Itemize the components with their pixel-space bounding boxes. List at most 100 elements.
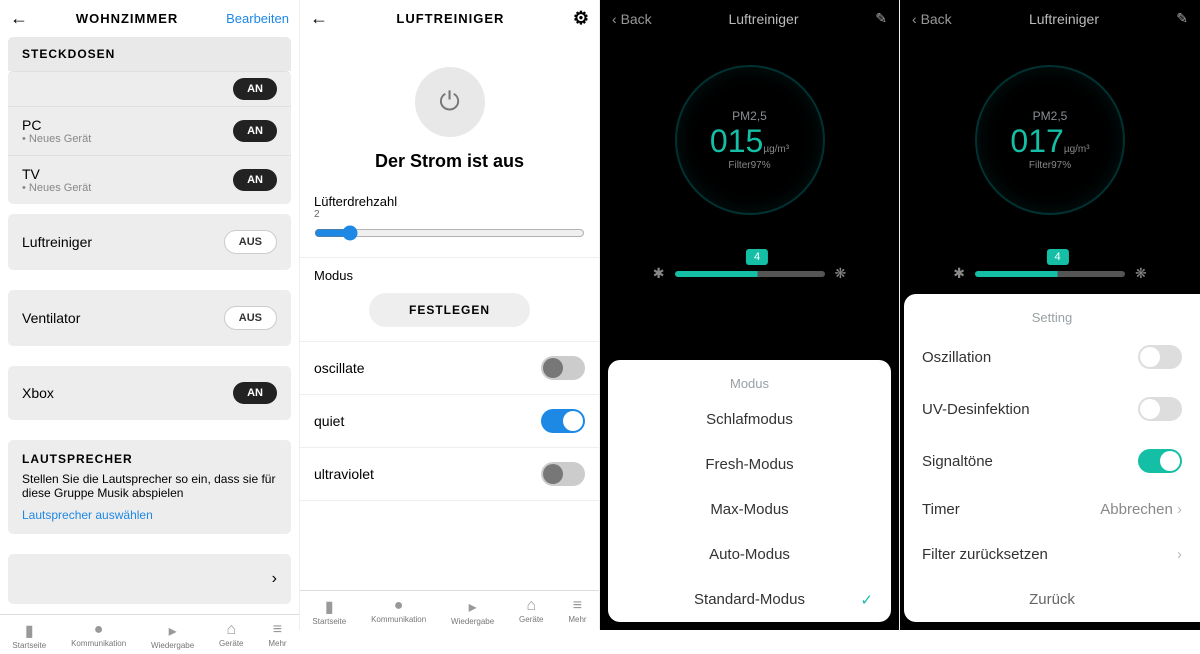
device-name-pc: PC xyxy=(22,117,91,133)
chevron-right-icon: › xyxy=(1177,501,1182,518)
filter-reset-row[interactable]: Filter zurücksetzen› xyxy=(904,532,1200,577)
device-name-tv: TV xyxy=(22,166,91,182)
native-app-panel-b: ‹ Back Luftreiniger ✎ PM2,5 017µg/m³ Fil… xyxy=(900,0,1200,630)
tab-more[interactable]: ≡Mehr xyxy=(268,621,286,650)
osc-switch[interactable] xyxy=(1138,345,1182,369)
pm-label: PM2,5 xyxy=(732,109,767,123)
filter-text: Filter97% xyxy=(728,160,770,171)
fan-speed-slider[interactable] xyxy=(314,224,585,242)
chat-icon: ● xyxy=(71,621,126,639)
tab-play[interactable]: ▸Wiedergabe xyxy=(151,621,194,650)
fan-speed-value: 2 xyxy=(314,209,585,220)
devices-icon: ⌂ xyxy=(219,621,243,639)
device-title: LUFTREINIGER xyxy=(328,11,573,26)
pm-value: 015 xyxy=(710,123,763,159)
fan-level-badge: 4 xyxy=(1046,249,1068,265)
pm-value: 017 xyxy=(1010,123,1063,159)
uv-switch[interactable] xyxy=(1138,397,1182,421)
chevron-right-icon[interactable]: › xyxy=(272,570,277,588)
fan-slider-row: ✱ 4 ❋ xyxy=(600,265,899,282)
timer-row[interactable]: TimerAbbrechen › xyxy=(904,487,1200,532)
mode-sheet: Modus Schlafmodus Fresh-Modus Max-Modus … xyxy=(608,360,891,622)
app-title: Luftreiniger xyxy=(1029,11,1099,27)
more-icon: ≡ xyxy=(568,597,586,615)
pm-gauge: PM2,5 015µg/m³ Filter97% xyxy=(675,65,825,215)
speaker-select-link[interactable]: Lautsprecher auswählen xyxy=(22,508,277,522)
mode-option[interactable]: Max-Modus xyxy=(608,487,891,532)
sheet-back-button[interactable]: Zurück xyxy=(904,577,1200,622)
uv-label: UV-Desinfektion xyxy=(922,401,1030,418)
fan-slider-row: ✱ 4 ❋ xyxy=(900,265,1200,282)
beep-switch[interactable] xyxy=(1138,449,1182,473)
mode-option[interactable]: Auto-Modus xyxy=(608,532,891,577)
tab-comm[interactable]: ●Kommunikation xyxy=(71,621,126,650)
back-icon[interactable]: ← xyxy=(10,8,28,29)
edit-icon[interactable]: ✎ xyxy=(875,10,887,27)
speaker-card: LAUTSPRECHER Stellen Sie die Lautspreche… xyxy=(8,440,291,534)
mode-option[interactable]: Fresh-Modus xyxy=(608,442,891,487)
gear-icon[interactable]: ⚙ xyxy=(573,8,589,29)
luft-toggle[interactable]: AUS xyxy=(224,230,277,254)
mode-set-button[interactable]: FESTLEGEN xyxy=(369,293,530,327)
fan-slider[interactable]: 4 xyxy=(975,271,1125,277)
sheet-title: Modus xyxy=(608,370,891,397)
sockets-heading: STECKDOSEN xyxy=(8,37,291,71)
tab-bar: ▮Startseite ●Kommunikation ▸Wiedergabe ⌂… xyxy=(300,590,599,630)
vent-toggle[interactable]: AUS xyxy=(224,306,277,330)
back-button[interactable]: ‹ Back xyxy=(912,11,952,27)
pm-gauge: PM2,5 017µg/m³ Filter97% xyxy=(975,65,1125,215)
fan-slider[interactable]: 4 xyxy=(675,271,825,277)
device-name-vent: Ventilator xyxy=(22,310,80,326)
back-icon[interactable]: ← xyxy=(310,8,328,29)
chevron-right-icon: › xyxy=(1177,546,1182,563)
fan-low-icon: ✱ xyxy=(953,265,965,282)
room-panel: ← WOHNZIMMER Bearbeiten STECKDOSEN AN PC… xyxy=(0,0,300,630)
device-detail-panel: ← LUFTREINIGER ⚙ ⏻ Der Strom ist aus Lüf… xyxy=(300,0,600,630)
mode-option[interactable]: Schlafmodus xyxy=(608,397,891,442)
home-icon: ▮ xyxy=(312,597,346,617)
uv-toggle[interactable] xyxy=(541,462,585,486)
tab-devices[interactable]: ⌂Geräte xyxy=(519,597,543,626)
native-app-panel-a: ‹ Back Luftreiniger ✎ PM2,5 015µg/m³ Fil… xyxy=(600,0,900,630)
xbox-toggle[interactable]: AN xyxy=(233,382,277,404)
quiet-label: quiet xyxy=(314,413,344,429)
fan-high-icon: ❋ xyxy=(835,265,847,282)
edit-icon[interactable]: ✎ xyxy=(1176,10,1188,27)
fan-high-icon: ❋ xyxy=(1135,265,1147,282)
tab-devices[interactable]: ⌂Geräte xyxy=(219,621,243,650)
app-title: Luftreiniger xyxy=(728,11,798,27)
power-button[interactable]: ⏻ xyxy=(415,67,485,137)
room-title: WOHNZIMMER xyxy=(28,11,226,26)
quiet-toggle[interactable] xyxy=(541,409,585,433)
play-icon: ▸ xyxy=(451,597,494,617)
fan-level-badge: 4 xyxy=(746,249,768,265)
settings-sheet: Setting Oszillation UV-Desinfektion Sign… xyxy=(904,294,1200,622)
tab-play[interactable]: ▸Wiedergabe xyxy=(451,597,494,626)
device-name-xbox: Xbox xyxy=(22,385,54,401)
tab-more[interactable]: ≡Mehr xyxy=(568,597,586,626)
pm-label: PM2,5 xyxy=(1033,109,1068,123)
chat-icon: ● xyxy=(371,597,426,615)
play-icon: ▸ xyxy=(151,621,194,641)
socket-state-pill[interactable]: AN xyxy=(233,78,277,100)
devices-icon: ⌂ xyxy=(519,597,543,615)
uv-label: ultraviolet xyxy=(314,466,374,482)
tab-comm[interactable]: ●Kommunikation xyxy=(371,597,426,626)
device-name-luft: Luftreiniger xyxy=(22,234,92,250)
back-button[interactable]: ‹ Back xyxy=(612,11,652,27)
home-icon: ▮ xyxy=(12,621,46,641)
new-device-badge: • Neues Gerät xyxy=(22,182,91,194)
mode-option-selected[interactable]: Standard-Modus✓ xyxy=(608,577,891,622)
tab-home[interactable]: ▮Startseite xyxy=(312,597,346,626)
beep-label: Signaltöne xyxy=(922,453,993,470)
new-device-badge: • Neues Gerät xyxy=(22,133,91,145)
oscillate-toggle[interactable] xyxy=(541,356,585,380)
speaker-text: Stellen Sie die Lautsprecher so ein, das… xyxy=(22,472,277,500)
pc-toggle[interactable]: AN xyxy=(233,120,277,142)
tv-toggle[interactable]: AN xyxy=(233,169,277,191)
sheet-title: Setting xyxy=(904,304,1200,331)
edit-link[interactable]: Bearbeiten xyxy=(226,11,289,26)
tab-bar: ▮Startseite ●Kommunikation ▸Wiedergabe ⌂… xyxy=(0,614,299,654)
tab-home[interactable]: ▮Startseite xyxy=(12,621,46,650)
speaker-heading: LAUTSPRECHER xyxy=(22,452,277,466)
